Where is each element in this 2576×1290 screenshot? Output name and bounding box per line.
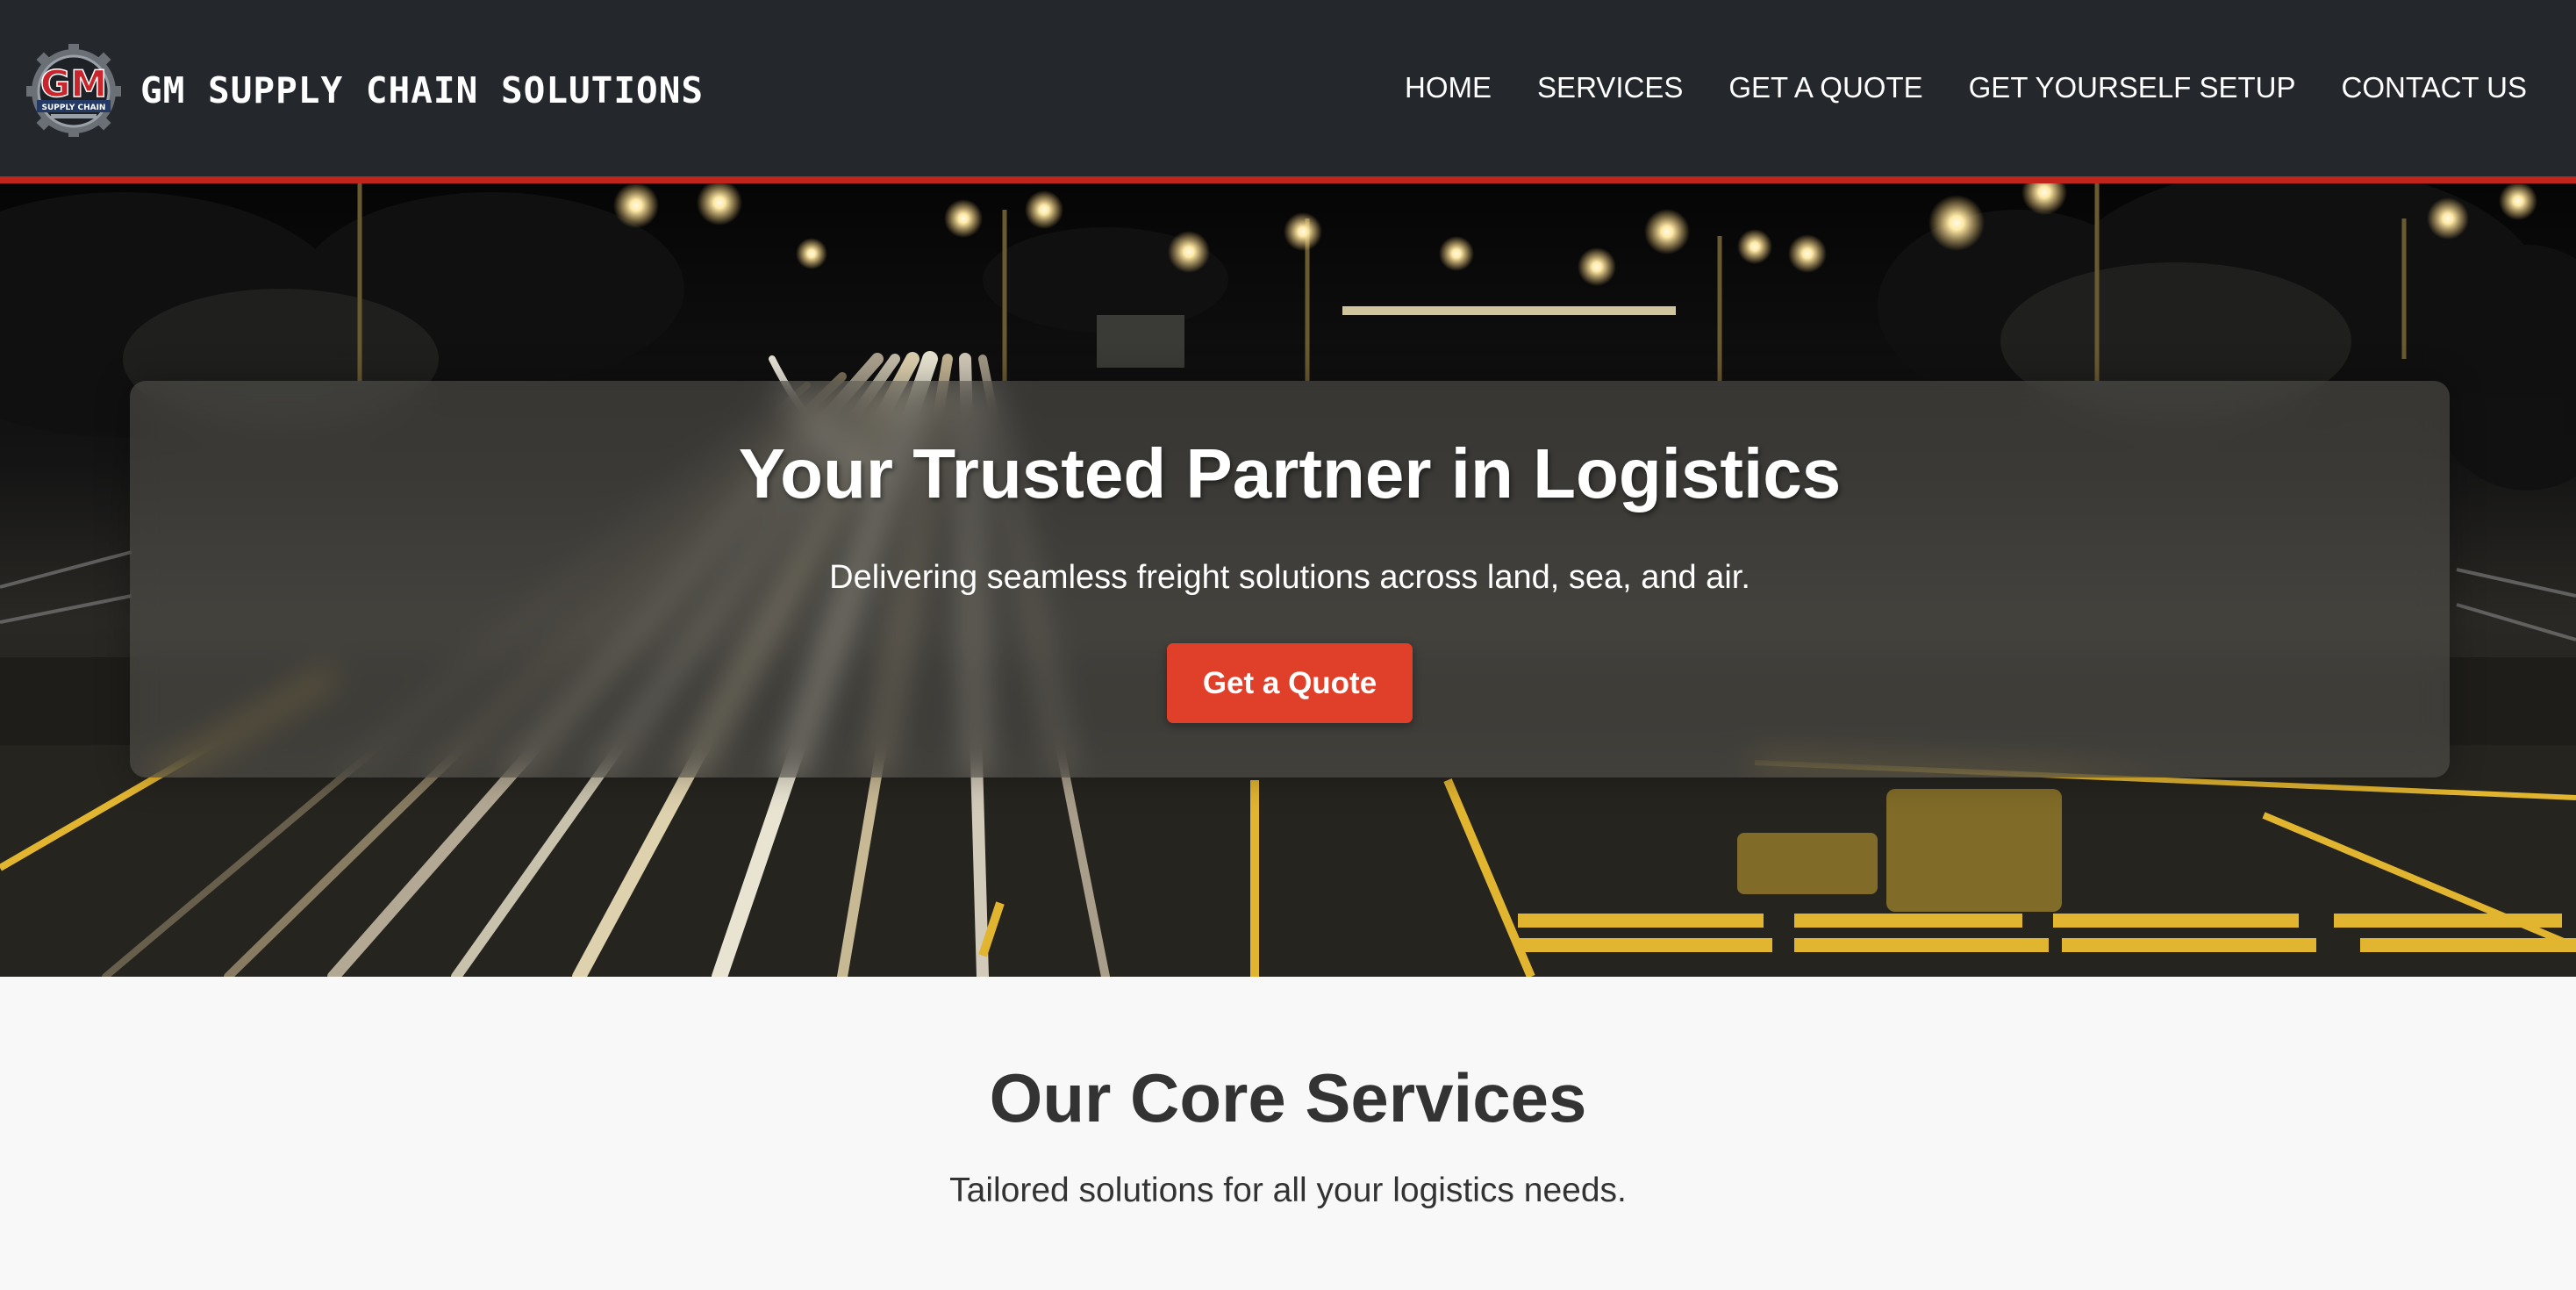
brand-name[interactable]: GM SUPPLY CHAIN SOLUTIONS [140,69,704,111]
brand[interactable]: GM SUPPLY CHAIN GM SUPPLY CHAIN SOLUTION… [25,42,704,139]
logo-caption: SUPPLY CHAIN [42,104,106,112]
core-services-section: Our Core Services Tailored solutions for… [0,977,2576,1290]
nav-get-yourself-setup[interactable]: GET YOURSELF SETUP [1969,61,2296,114]
gm-shield-logo-icon[interactable]: GM SUPPLY CHAIN [25,42,123,139]
nav-contact-us[interactable]: CONTACT US [2342,61,2527,114]
nav-services[interactable]: SERVICES [1537,61,1683,114]
hero-section: Your Trusted Partner in Logistics Delive… [0,183,2576,977]
nav-home[interactable]: HOME [1405,61,1492,114]
main-nav: HOME SERVICES GET A QUOTE GET YOURSELF S… [1405,61,2527,114]
services-title: Our Core Services [989,1059,1587,1136]
hero-title: Your Trusted Partner in Logistics [738,434,1842,512]
services-subtitle: Tailored solutions for all your logistic… [949,1172,1627,1209]
hero-subtitle: Delivering seamless freight solutions ac… [829,559,1750,596]
hero-panel: Your Trusted Partner in Logistics Delive… [130,381,2450,778]
get-a-quote-button[interactable]: Get a Quote [1167,643,1413,723]
nav-get-a-quote[interactable]: GET A QUOTE [1728,61,1922,114]
site-header: GM SUPPLY CHAIN GM SUPPLY CHAIN SOLUTION… [0,0,2576,183]
logo-monogram: GM [40,62,107,105]
